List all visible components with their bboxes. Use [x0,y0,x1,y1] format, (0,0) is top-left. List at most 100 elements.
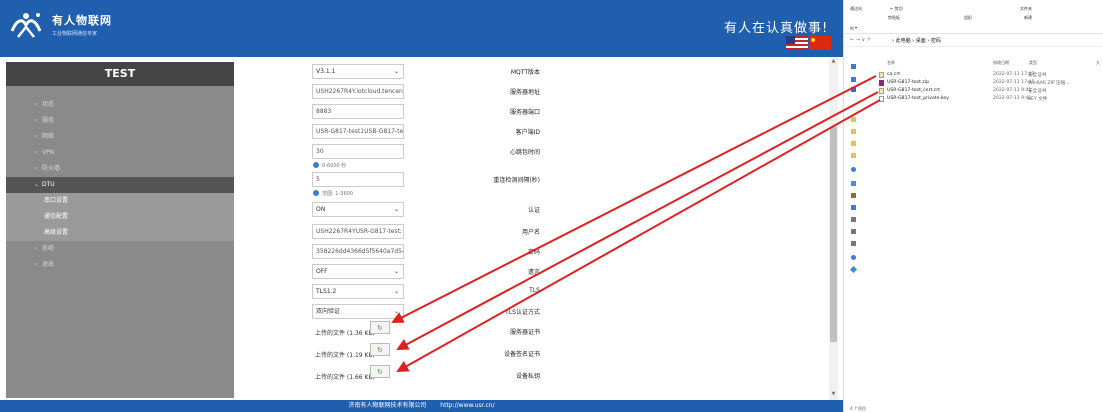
field-label: 设备私钥 [515,373,540,380]
address-bar[interactable]: ← → ∨ ↑ › 此电脑 › 桌面 › 密码 [844,34,1103,47]
chevron-right-icon: › [34,245,37,252]
folder-icon [851,141,856,146]
brand-tagline: 工业物联网通信专家 [52,31,98,37]
device-cert-upload-button[interactable]: ↻ [370,343,390,356]
file-row[interactable]: ca.crt 2022-07-11 17:42 安全证书 [877,71,1102,79]
file-type: KEY 文件 [1028,97,1048,102]
chevron-down-icon: ⌄ [393,68,399,75]
will-select[interactable]: OFF ⌄ [312,264,404,279]
nav-folder[interactable] [851,129,858,135]
auth-select[interactable]: ON ⌄ [312,202,404,217]
scrollbar-thumb[interactable] [830,127,837,342]
column-type[interactable]: 类型 [1029,60,1037,66]
file-row[interactable]: USR-G817-test.zip 2022-07-11 17:41 WinRA… [877,79,1102,87]
key-file-icon [879,96,884,102]
heartbeat-input[interactable]: 30 [312,144,404,159]
chevron-right-icon: › [34,165,37,172]
company-url[interactable]: http://www.usr.cn/ [440,402,494,409]
tls-mode-select[interactable]: 双向验证 ⌄ [312,304,404,319]
computer-icon [851,181,856,186]
network-icon [851,255,856,260]
file-row[interactable]: USR-G817-test_cert.crt 2022-07-11 9:41 安… [877,87,1102,95]
sidebar-item-status[interactable]: › 状态 [6,97,234,113]
sidebar-item-dtu[interactable]: ⌄ DTU [6,177,234,193]
breadcrumb[interactable]: › 此电脑 › 桌面 › 密码 [892,37,941,44]
username-input[interactable]: USH2267R4YUSR-G817-test; [312,224,404,239]
us-flag-icon[interactable] [786,36,808,50]
field-label: TLS [529,287,540,294]
column-date[interactable]: 修改日期 [993,60,1009,66]
chevron-right-icon: › [34,101,37,108]
device-key-upload-button[interactable]: ↻ [370,365,390,378]
folder-icon [851,117,856,122]
column-name[interactable]: 名称 [887,60,895,66]
client-id-input[interactable]: USR-G817-test1USB-G817-te [312,124,404,139]
reconnect-input[interactable]: 5 [312,172,404,187]
chevron-right-icon: › [34,133,37,140]
sidebar-item-firewall[interactable]: › 防火墙 [6,161,234,177]
brand-name: 有人物联网 [52,14,112,27]
sidebar-item-system[interactable]: › 系统 [6,241,234,257]
certificate-icon [879,72,884,78]
mqtt-version-select[interactable]: V3.1.1 ⌄ [312,64,404,79]
column-size[interactable]: 大 [1096,60,1100,66]
scroll-down-icon[interactable]: ▼ [830,391,837,397]
server-cert-upload-button[interactable]: ↻ [370,321,390,334]
sidebar-subitem-comm[interactable]: 通信配置 [6,209,234,225]
nav-3d-objects[interactable] [851,193,858,199]
ribbon-access[interactable]: 通达向 [850,6,862,12]
drive-icon [851,229,856,234]
nav-folder[interactable] [851,141,858,147]
sidebar-item-vpn[interactable]: › VPN [6,145,234,161]
sidebar-subitem-serial[interactable]: 串口设置 [6,193,234,209]
field-label: 服务器证书 [509,329,540,336]
nav-folder[interactable] [851,153,858,159]
quick-access-icon[interactable]: ▤ ▾ [850,25,857,30]
sidebar-subitem-advanced[interactable]: 高级设置 [6,225,234,241]
sidebar-item-label: VPN [42,149,55,156]
folder-icon [851,129,856,134]
sidebar-item-network[interactable]: › 网络 [6,129,234,145]
vertical-scrollbar[interactable]: ▲ ▼ [829,57,838,400]
file-row[interactable]: USR-G817-test_private.key 2022-07-11 9:4… [877,95,1102,103]
chevron-down-icon: ⌄ [393,308,399,315]
refresh-icon: ↻ [377,324,383,332]
nav-drive[interactable] [851,229,858,235]
server-address-input[interactable]: USH2267R4Y.iotcloud.tencent [312,84,404,99]
row-heartbeat: 心跳包时间 30 0-6000 秒 [236,141,829,171]
scroll-up-icon[interactable]: ▲ [830,58,837,64]
ribbon-cut[interactable]: ✂ 剪切 [890,6,903,12]
nav-desktop[interactable] [851,77,858,83]
ribbon-cut-label: 剪切 [894,6,903,11]
field-label: 用户名 [521,229,540,236]
file-name: USR-G817-test.zip [887,80,929,85]
file-name: USR-G817-test_cert.crt [887,88,940,93]
nav-onedrive[interactable] [851,167,858,173]
nav-quick-access[interactable] [851,64,858,70]
download-icon [851,87,856,92]
nav-arrows-icon[interactable]: ← → ∨ ↑ [850,37,871,43]
password-input[interactable]: 358226dd4366d5f5640a7d54 [312,244,404,259]
nav-videos[interactable] [851,205,858,211]
sidebar-item-label: 退出 [42,261,55,268]
nav-this-pc[interactable] [851,181,858,187]
nav-downloads[interactable] [851,87,858,93]
server-cert-file: 上传的文件 (1.36 KB) [315,330,375,337]
nav-drive[interactable] [851,241,858,247]
row-server-port: 服务器端口 8883 [236,101,829,123]
explorer-ribbon: 通达向 ✂ 剪切 剪贴板 组织 文件夹 新建 ▤ ▾ [844,0,1103,34]
heartbeat-hint: 0-6000 秒 [313,162,346,169]
nav-folder[interactable] [851,117,858,123]
file-name: ca.crt [887,72,901,77]
sidebar-item-logout[interactable]: › 退出 [6,257,234,273]
ribbon-new-folder[interactable]: 文件夹 [1020,6,1032,12]
nav-network[interactable] [851,255,858,261]
cn-flag-icon[interactable] [809,36,831,50]
tls-select[interactable]: TLS1.2 ⌄ [312,284,404,299]
server-port-input[interactable]: 8883 [312,104,404,119]
chevron-down-icon: ⌄ [393,288,399,295]
nav-homegroup[interactable] [849,265,858,274]
nav-drive[interactable] [851,217,858,223]
sidebar-item-services[interactable]: › 服务 [6,113,234,129]
device-key-file: 上传的文件 (1.66 KB) [315,374,375,381]
